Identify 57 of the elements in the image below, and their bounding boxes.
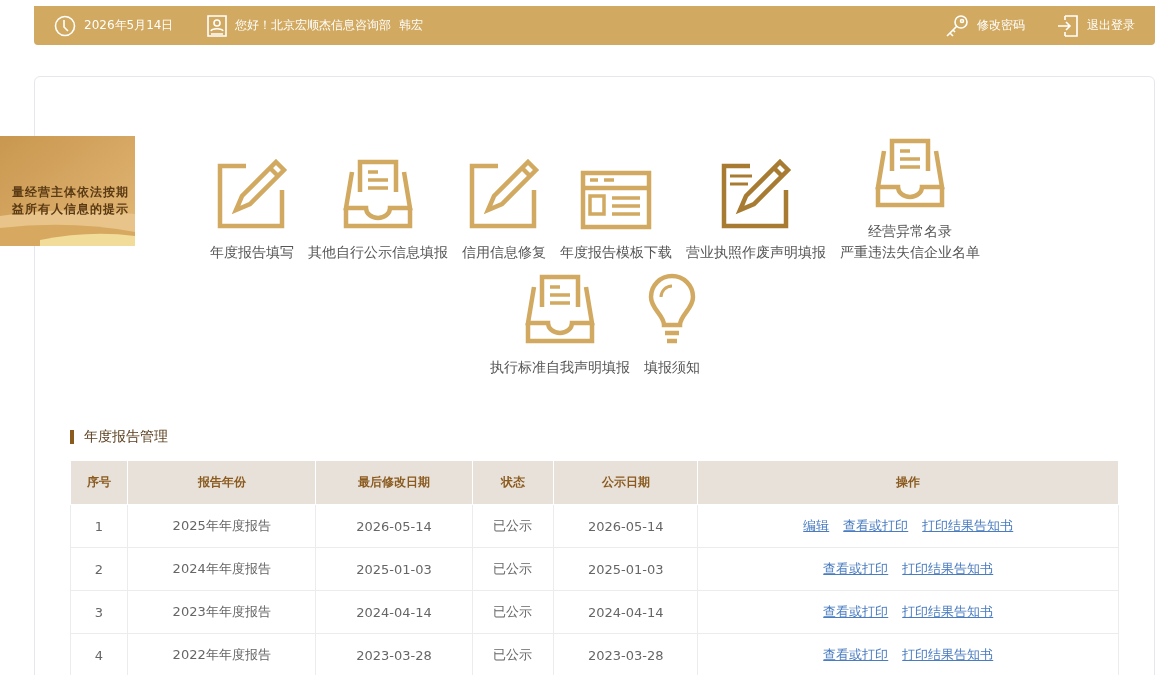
inbox-icon [523,273,596,345]
table-cell: 2026-05-14 [553,504,698,548]
column-header: 状态 [472,460,554,505]
table-cell: 2025-01-03 [315,547,473,591]
table-cell: 4 [70,633,128,675]
document-edit-icon [719,158,792,230]
date-text: 2026年5月14日 [84,17,174,34]
action-link[interactable]: 查看或打印 [823,561,889,576]
table-cell: 2024-04-14 [553,590,698,634]
table-cell: 2023年年度报告 [127,590,316,634]
user-card-icon [207,14,228,37]
table-cell: 已公示 [472,504,554,548]
table-cell: 已公示 [472,547,554,591]
layout-icon [579,170,652,230]
action-link[interactable]: 查看或打印 [823,647,889,662]
notice-banner[interactable]: 量经营主体依法按期 益所有人信息的提示 [0,136,135,246]
table-cell: 2 [70,547,128,591]
action-link[interactable]: 查看或打印 [823,604,889,619]
lightbulb-icon [646,273,697,345]
service-link[interactable]: 执行标准自我声明填报 [489,273,630,378]
column-header: 公示日期 [553,460,698,505]
table-cell: 2024年年度报告 [127,547,316,591]
service-link[interactable]: 年度报告模板下载 [559,170,672,263]
banner-text: 益所有人信息的提示 [12,201,129,218]
service-link[interactable]: 经营异常名录 严重违法失信企业名单 [839,137,980,263]
clock-icon [54,14,76,37]
table-cell: 2026-05-14 [315,504,473,548]
section-title: 年度报告管理 [84,428,168,446]
edit-icon [215,158,288,230]
logout-icon [1057,14,1079,37]
table-cell: 1 [70,504,128,548]
service-link[interactable]: 信用信息修复 [461,158,546,263]
table-cell: 2025-01-03 [553,547,698,591]
service-link[interactable]: 填报须知 [643,273,700,378]
column-header: 最后修改日期 [315,460,473,505]
action-link[interactable]: 打印结果告知书 [902,561,994,576]
inbox-icon [341,158,414,230]
service-link[interactable]: 营业执照作废声明填报 [685,158,826,263]
action-link[interactable]: 打印结果告知书 [902,604,994,619]
table-cell: 2025年年度报告 [127,504,316,548]
table-cell: 3 [70,590,128,634]
inbox-icon [873,137,946,209]
edit-icon [467,158,540,230]
column-header: 报告年份 [127,460,316,505]
greeting-text: 您好！北京宏顺杰信息咨询部 韩宏 [235,17,424,34]
table-cell: 2024-04-14 [315,590,473,634]
column-header: 操作 [697,460,1119,505]
column-header: 序号 [70,460,128,505]
service-link[interactable]: 其他自行公示信息填报 [307,158,448,263]
banner-text: 量经营主体依法按期 [12,184,129,201]
action-link[interactable]: 编辑 [803,518,830,533]
action-link[interactable]: 打印结果告知书 [922,518,1014,533]
table-cell: 已公示 [472,590,554,634]
key-icon [945,13,969,38]
service-link[interactable]: 年度报告填写 [209,158,294,263]
action-link[interactable]: 打印结果告知书 [902,647,994,662]
action-link[interactable]: 查看或打印 [843,518,909,533]
